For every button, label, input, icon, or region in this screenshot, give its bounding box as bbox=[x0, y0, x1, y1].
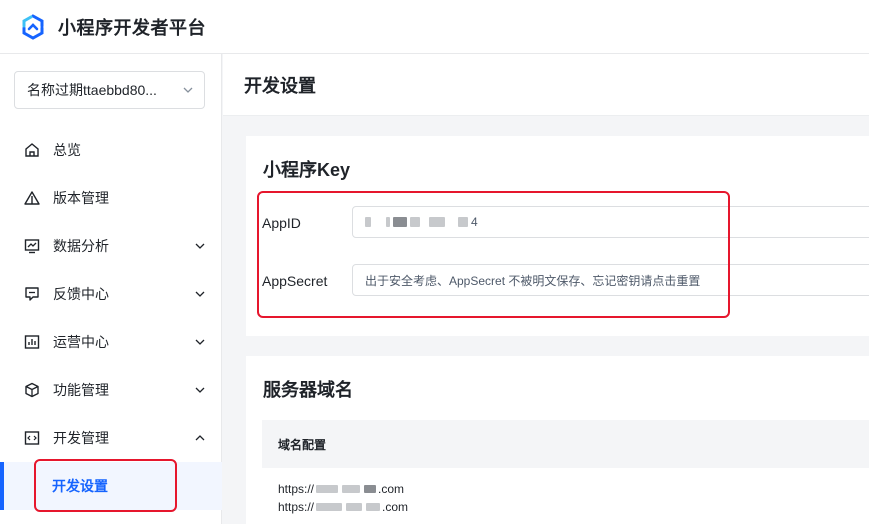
chevron-down-icon bbox=[183, 87, 193, 93]
sidebar-item-label: 版本管理 bbox=[53, 190, 109, 206]
masked-text bbox=[342, 485, 361, 493]
sidebar-nav: 总览 版本管理 数据分析 反馈中心 运营中心 功能管理 开发管理 开发设置 bbox=[0, 126, 222, 510]
sidebar-item-label: 反馈中心 bbox=[53, 286, 109, 302]
chevron-down-icon bbox=[195, 291, 205, 297]
operations-chart-icon bbox=[24, 335, 40, 349]
chevron-down-icon bbox=[195, 339, 205, 345]
home-icon bbox=[25, 143, 39, 157]
cube-icon bbox=[25, 382, 39, 398]
domain-table-header: 域名配置 bbox=[262, 420, 869, 468]
sidebar-item-version[interactable]: 版本管理 bbox=[0, 174, 222, 222]
code-icon bbox=[24, 431, 40, 445]
sidebar-item-label: 数据分析 bbox=[53, 238, 109, 254]
sidebar-item-label: 开发管理 bbox=[53, 430, 109, 446]
domain-url-row: https:// .com bbox=[278, 500, 408, 514]
app-selector-value: 名称过期ttaebbd80... bbox=[27, 82, 157, 98]
url-prefix: https:// bbox=[278, 500, 315, 514]
masked-text bbox=[346, 503, 363, 511]
key-section-title: 小程序Key bbox=[263, 160, 351, 180]
masked-text bbox=[316, 503, 343, 511]
sidebar-item-label: 功能管理 bbox=[53, 382, 109, 398]
sidebar-item-label: 运营中心 bbox=[53, 334, 109, 350]
page-title: 开发设置 bbox=[244, 75, 316, 96]
table-header-cell: 域名配置 bbox=[278, 437, 327, 452]
chevron-down-icon bbox=[195, 387, 205, 393]
app-selector-dropdown[interactable]: 名称过期ttaebbd80... bbox=[14, 71, 205, 109]
page-header: 开发设置 bbox=[223, 54, 869, 116]
url-prefix: https:// bbox=[278, 482, 315, 496]
url-suffix: .com bbox=[378, 482, 405, 496]
sidebar-item-feedback[interactable]: 反馈中心 bbox=[0, 270, 222, 318]
top-bar: 小程序开发者平台 bbox=[0, 0, 869, 54]
masked-text bbox=[316, 485, 339, 493]
chevron-up-icon bbox=[195, 435, 205, 441]
masked-text bbox=[366, 503, 381, 511]
masked-text bbox=[364, 485, 377, 493]
domain-url-row: https:// .com bbox=[278, 482, 404, 496]
sidebar-item-overview[interactable]: 总览 bbox=[0, 126, 222, 174]
domain-section-title: 服务器域名 bbox=[263, 380, 353, 400]
warning-triangle-icon bbox=[24, 191, 40, 205]
domain-card: 服务器域名 域名配置 https:// .com https:// .com bbox=[246, 356, 869, 524]
app-logo-icon bbox=[22, 14, 44, 40]
url-suffix: .com bbox=[382, 500, 409, 514]
sidebar-item-development[interactable]: 开发管理 bbox=[0, 414, 222, 462]
sidebar-item-analytics[interactable]: 数据分析 bbox=[0, 222, 222, 270]
sidebar-item-label: 总览 bbox=[53, 142, 81, 158]
chevron-down-icon bbox=[195, 243, 205, 249]
sidebar-item-operations[interactable]: 运营中心 bbox=[0, 318, 222, 366]
annotation-highlight-box bbox=[257, 191, 730, 318]
chart-monitor-icon bbox=[24, 239, 40, 254]
feedback-icon bbox=[25, 287, 39, 301]
sidebar: 名称过期ttaebbd80... 总览 版本管理 数据分析 反馈中心 运营中心 bbox=[0, 54, 222, 524]
app-title: 小程序开发者平台 bbox=[58, 17, 206, 38]
annotation-highlight-box bbox=[34, 459, 177, 512]
sidebar-item-features[interactable]: 功能管理 bbox=[0, 366, 222, 414]
